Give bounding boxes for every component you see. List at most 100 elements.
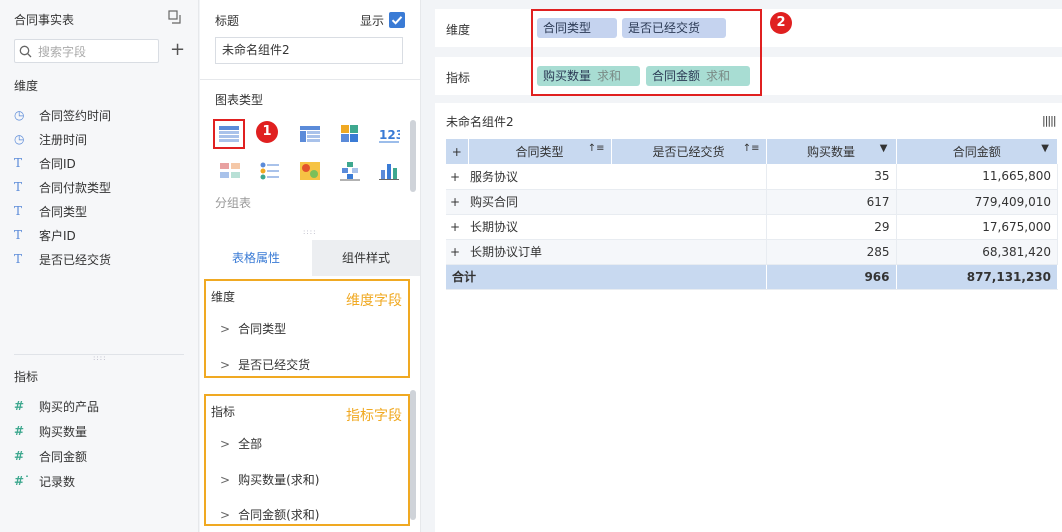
measure-field-tag: 指标字段 (346, 408, 402, 424)
table-row: + 长期协议 29 17,675,000 (446, 214, 1058, 240)
search-icon (19, 45, 32, 57)
dropdown-arrow-icon[interactable]: ▼ (1041, 143, 1049, 154)
field-item[interactable]: ◷ 合同签约时间 (14, 105, 111, 125)
search-input[interactable]: 搜索字段 (14, 39, 159, 63)
cross-table-icon[interactable] (299, 124, 321, 144)
annotation-badge-2: 2 (770, 12, 792, 34)
field-item[interactable]: ◷ 注册时间 (14, 129, 87, 149)
barcode-icon[interactable]: ||||| (1042, 114, 1056, 127)
text-type-icon: T (14, 180, 23, 194)
resize-handle[interactable]: :::: (93, 355, 106, 362)
annotation-badge-1: 1 (256, 121, 278, 143)
expand-all-button[interactable]: + (446, 139, 469, 164)
dimension-box-header: 维度 (211, 290, 236, 304)
resize-handle[interactable]: :::: (303, 229, 316, 236)
kpi-card-icon[interactable] (219, 161, 241, 181)
annotation-box-2 (531, 9, 762, 96)
number-icon: # (14, 449, 25, 463)
group-table-icon (219, 126, 239, 142)
field-item[interactable]: #˙ 记录数 (14, 471, 75, 491)
tab-component-style[interactable]: 组件样式 (312, 240, 420, 276)
expand-row-button[interactable]: + (446, 220, 464, 234)
chart-type-scrollbar[interactable] (410, 120, 416, 192)
measure-header: 指标 (14, 370, 39, 384)
search-placeholder: 搜索字段 (38, 44, 87, 59)
field-panel: 合同事实表 搜索字段 + 维度 ◷ 合同签约时间 ◷ 注册时间 T 合同ID T 合同付… (0, 0, 199, 532)
text-type-icon: T (14, 252, 23, 266)
dimension-row[interactable]: > 合同类型 (220, 320, 286, 337)
add-field-button[interactable]: + (170, 40, 185, 60)
number-icon: # (14, 399, 25, 413)
dimension-row[interactable]: > 是否已经交货 (220, 356, 310, 373)
checkmark-icon (391, 16, 403, 25)
chart-type-group-table-selected[interactable] (213, 119, 245, 149)
dimension-header: 维度 (14, 79, 39, 93)
widget-title: 未命名组件2 (446, 115, 514, 129)
properties-scrollbar[interactable] (410, 390, 416, 520)
panel-divider (14, 354, 184, 355)
field-item[interactable]: T 客户ID (14, 225, 76, 245)
chart-type-label: 图表类型 (215, 93, 264, 107)
text-type-icon: T (14, 156, 23, 170)
table-row: + 购买合同 617 779,409,010 (446, 189, 1058, 215)
field-item[interactable]: T 合同ID (14, 153, 76, 173)
sort-icon[interactable]: ↑≡ (588, 143, 605, 154)
heatmap-icon[interactable] (299, 161, 321, 181)
table-row: + 长期协议订单 285 68,381,420 (446, 239, 1058, 265)
field-item[interactable]: # 合同金额 (14, 446, 87, 466)
chevron-right-icon: > (220, 358, 231, 372)
dimension-field-box: 维度 维度字段 > 合同类型 > 是否已经交货 (204, 279, 410, 378)
measure-box-header: 指标 (211, 405, 236, 419)
field-item[interactable]: # 购买数量 (14, 421, 87, 441)
column-header[interactable]: 购买数量 ▼ (766, 139, 897, 164)
detail-list-icon[interactable] (259, 161, 281, 181)
measure-bar-label: 指标 (446, 71, 471, 85)
field-item[interactable]: T 是否已经交货 (14, 249, 111, 269)
chevron-right-icon: > (220, 508, 231, 522)
measure-field-box: 指标 指标字段 > 全部 > 购买数量(求和) > 合同金额(求和) (204, 394, 410, 526)
clock-icon: ◷ (14, 108, 25, 122)
count-icon: #˙ (14, 474, 31, 488)
section-divider (200, 79, 420, 80)
measure-row[interactable]: > 全部 (220, 435, 262, 452)
kpi-number-icon[interactable]: 123 (378, 124, 400, 144)
switch-dataset-icon[interactable] (168, 10, 184, 26)
chevron-right-icon: > (220, 473, 231, 487)
measure-row[interactable]: > 合同金额(求和) (220, 506, 319, 523)
property-tabs: 表格属性 组件样式 (200, 240, 420, 276)
svg-text:123: 123 (379, 128, 400, 142)
title-input[interactable]: 未命名组件2 (215, 37, 403, 64)
column-header[interactable]: 合同类型 ↑≡ (468, 139, 612, 164)
group-table-label: 分组表 (215, 196, 252, 210)
expand-row-button[interactable]: + (446, 245, 464, 259)
bar-chart-icon[interactable] (378, 161, 400, 181)
tab-table-properties[interactable]: 表格属性 (200, 240, 312, 276)
expand-row-button[interactable]: + (446, 195, 464, 209)
column-header[interactable]: 合同金额 ▼ (896, 139, 1058, 164)
show-title-checkbox[interactable] (389, 12, 405, 28)
chevron-right-icon: > (220, 437, 231, 451)
number-icon: # (14, 424, 25, 438)
clock-icon: ◷ (14, 132, 25, 146)
text-type-icon: T (14, 228, 23, 242)
scatter-table-icon[interactable] (339, 161, 361, 181)
table-row: + 服务协议 35 11,665,800 (446, 164, 1058, 190)
field-item[interactable]: T 合同类型 (14, 201, 87, 221)
text-type-icon: T (14, 204, 23, 218)
dropdown-arrow-icon[interactable]: ▼ (880, 143, 888, 154)
show-label: 显示 (360, 14, 385, 28)
field-item[interactable]: T 合同付款类型 (14, 177, 111, 197)
chevron-right-icon: > (220, 322, 231, 336)
title-label: 标题 (215, 14, 240, 28)
total-row: 合计 966 877,131,230 (446, 264, 1058, 290)
expand-row-button[interactable]: + (446, 170, 464, 184)
sort-icon[interactable]: ↑≡ (743, 143, 760, 154)
column-header[interactable]: 是否已经交货 ↑≡ (611, 139, 767, 164)
color-table-icon[interactable] (339, 124, 361, 144)
field-item[interactable]: # 购买的产品 (14, 396, 99, 416)
group-table: + 合同类型 ↑≡ 是否已经交货 ↑≡ 购买数量 ▼ 合同金额 ▼ + 服务协议 35 1… (446, 139, 1058, 290)
dimension-field-tag: 维度字段 (346, 293, 402, 309)
measure-row[interactable]: > 购买数量(求和) (220, 471, 319, 488)
dimension-bar-label: 维度 (446, 23, 471, 37)
dataset-title: 合同事实表 (14, 13, 75, 27)
